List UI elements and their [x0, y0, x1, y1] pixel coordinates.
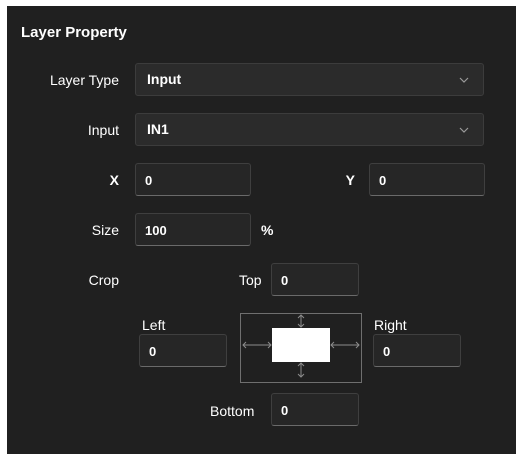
- crop-right-arrow-icon: [330, 341, 360, 349]
- size-label: Size: [91, 222, 119, 238]
- crop-top-value: 0: [281, 273, 289, 288]
- crop-top-arrow-icon: [297, 314, 305, 328]
- layer-property-panel: Layer Property Layer Type Input Input IN…: [7, 6, 516, 454]
- y-label: Y: [345, 172, 355, 188]
- input-label: Input: [87, 122, 119, 138]
- crop-right-value: 0: [383, 344, 391, 359]
- crop-label: Crop: [88, 272, 119, 288]
- crop-top-label: Top: [239, 272, 262, 288]
- crop-bottom-arrow-icon: [297, 362, 305, 378]
- crop-left-input[interactable]: 0: [139, 334, 227, 367]
- size-input[interactable]: 100: [135, 213, 251, 246]
- layer-type-value: Input: [147, 71, 182, 87]
- panel-title: Layer Property: [21, 24, 127, 41]
- y-value: 0: [379, 173, 387, 188]
- layer-type-select[interactable]: Input: [135, 63, 484, 96]
- crop-bottom-value: 0: [281, 403, 289, 418]
- crop-bottom-label: Bottom: [210, 403, 255, 419]
- crop-bottom-input[interactable]: 0: [271, 393, 359, 426]
- crop-preview-frame: [272, 328, 330, 362]
- chevron-down-icon: [459, 77, 469, 83]
- x-value: 0: [145, 173, 153, 188]
- size-unit: %: [261, 222, 274, 238]
- crop-right-label: Right: [374, 317, 407, 333]
- input-value: IN1: [147, 121, 169, 137]
- crop-left-arrow-icon: [242, 341, 272, 349]
- crop-right-input[interactable]: 0: [373, 334, 461, 367]
- x-input[interactable]: 0: [135, 163, 251, 196]
- x-label: X: [109, 172, 119, 188]
- y-input[interactable]: 0: [369, 163, 485, 196]
- chevron-down-icon: [459, 127, 469, 133]
- size-value: 100: [145, 223, 167, 238]
- crop-top-input[interactable]: 0: [271, 263, 359, 296]
- crop-preview: [240, 313, 362, 383]
- crop-left-label: Left: [142, 317, 166, 333]
- input-select[interactable]: IN1: [135, 113, 484, 146]
- crop-left-value: 0: [149, 344, 157, 359]
- layer-type-label: Layer Type: [49, 72, 119, 88]
